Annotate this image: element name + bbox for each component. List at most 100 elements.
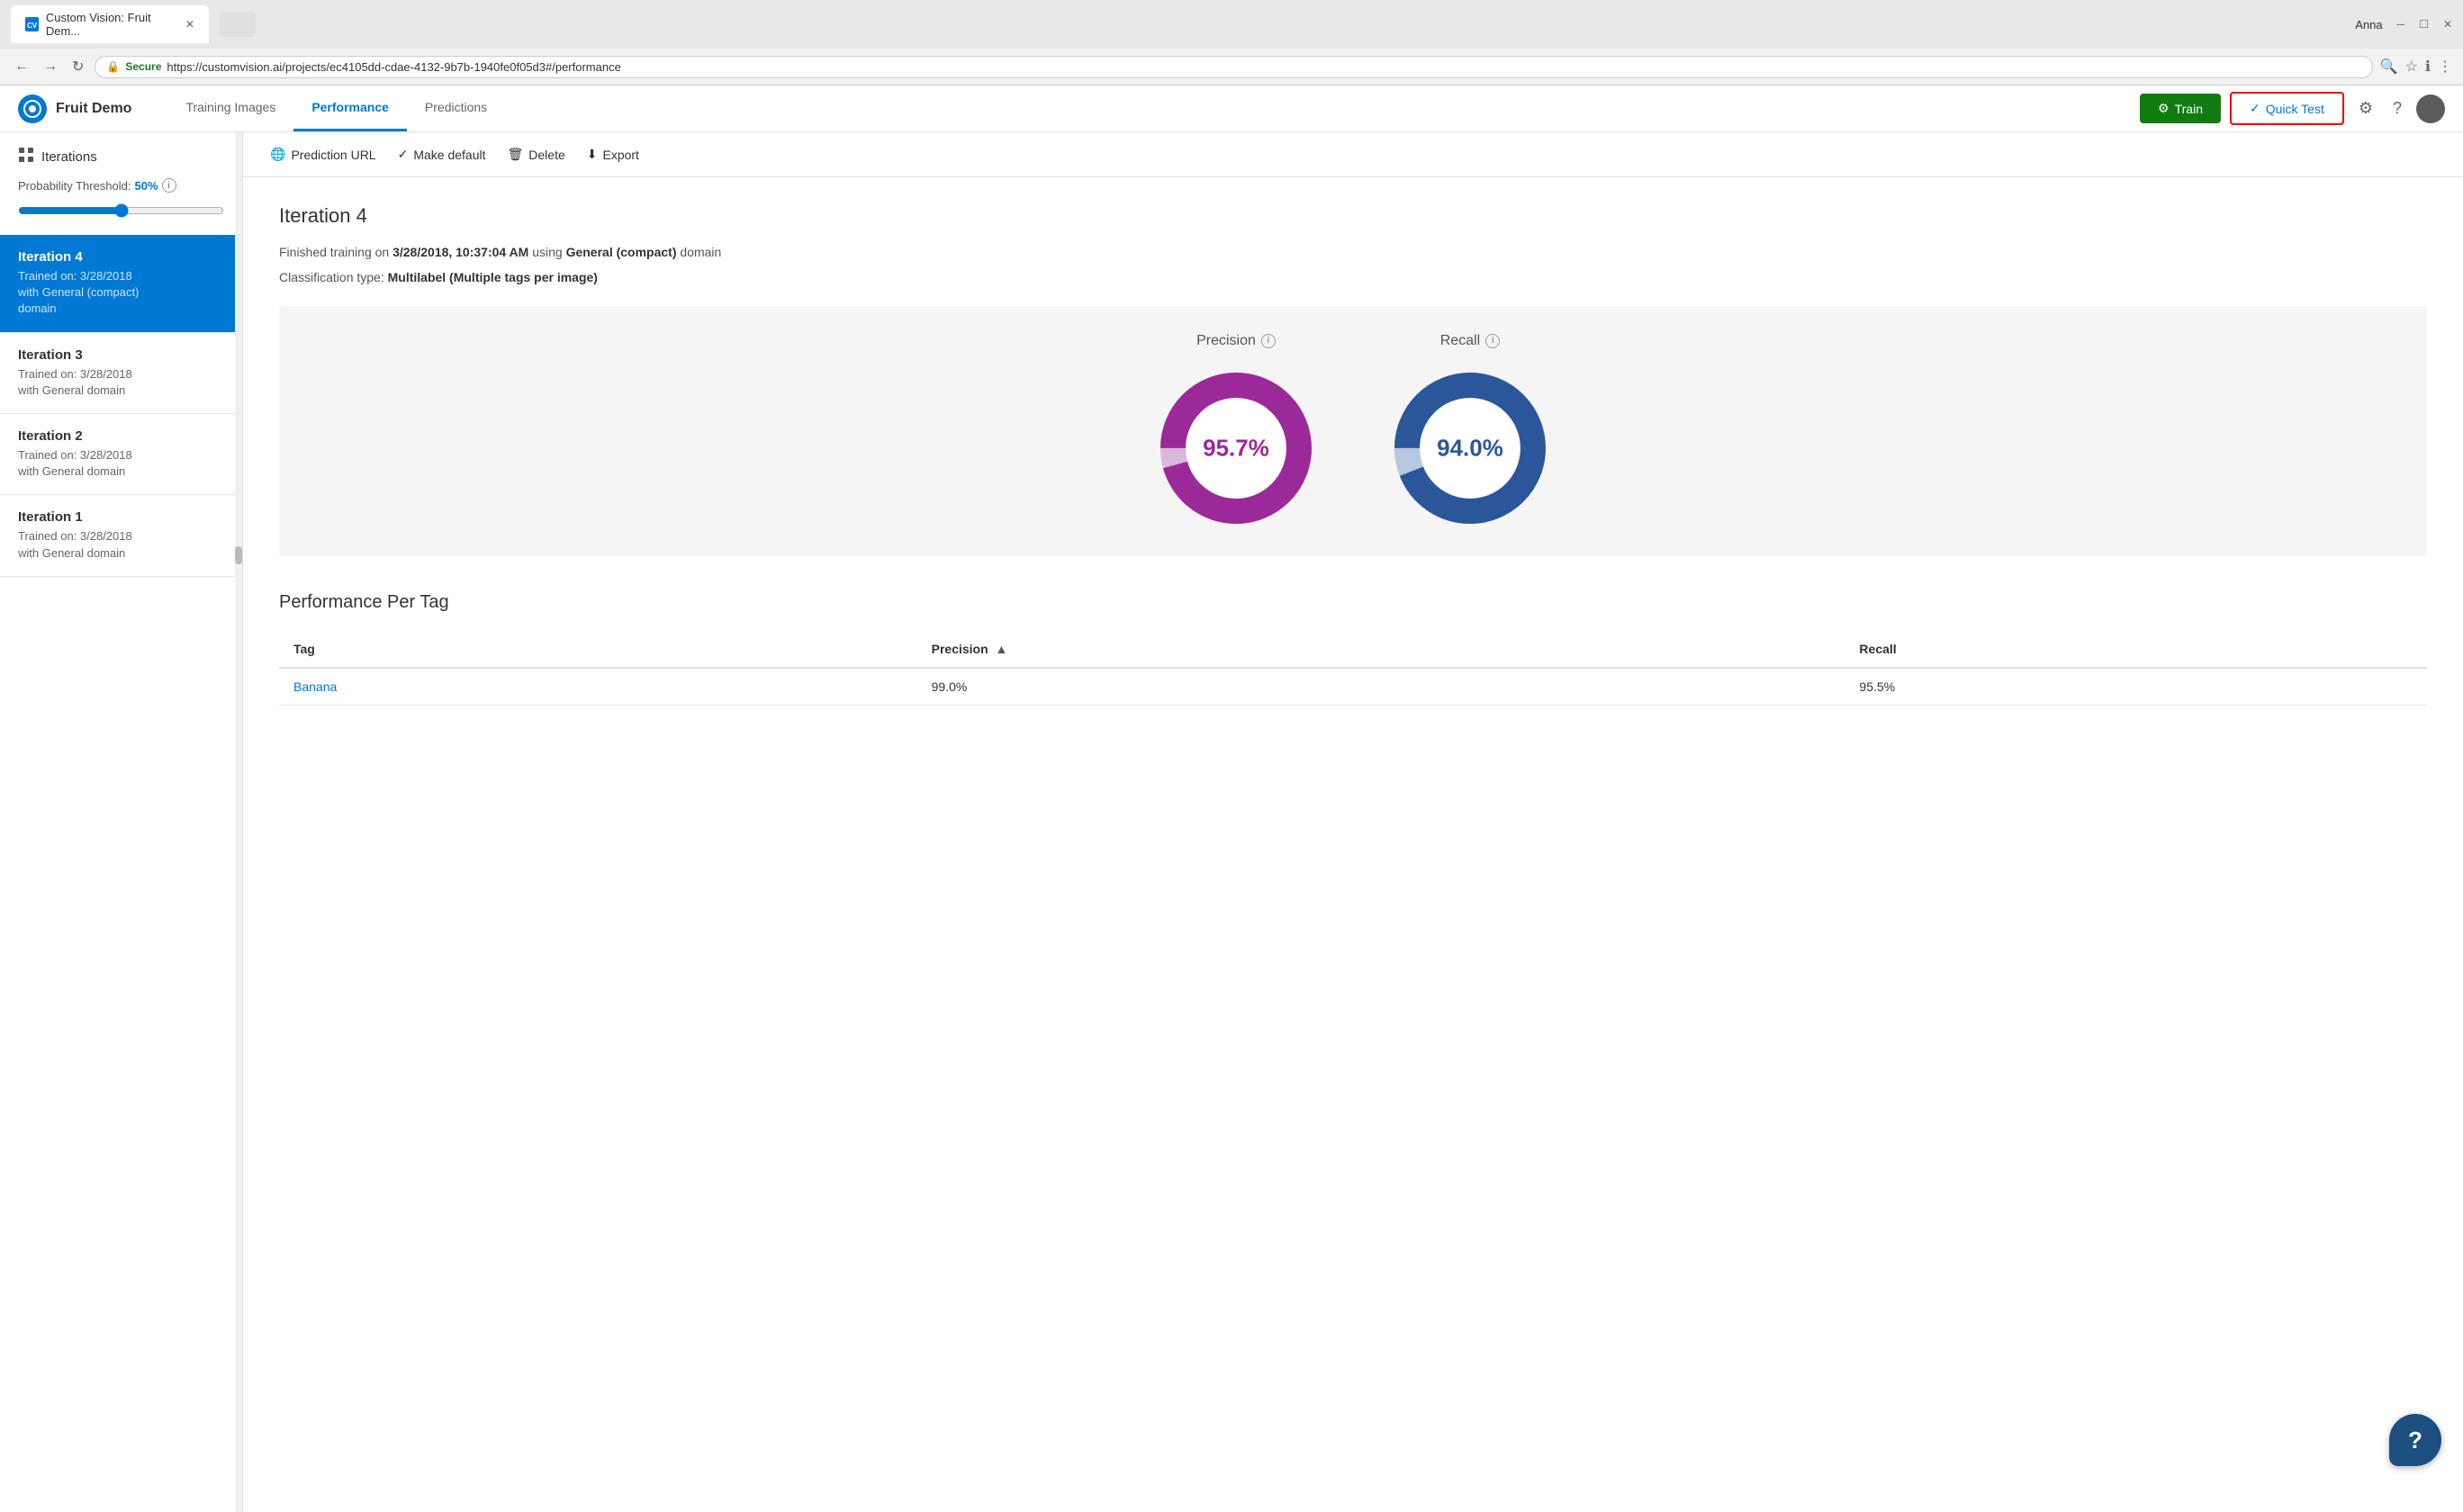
- maximize-button[interactable]: ☐: [2419, 18, 2429, 32]
- trash-icon: 🗑: [508, 147, 524, 162]
- col-header-precision[interactable]: Precision ▲: [917, 631, 1845, 668]
- info-icon[interactable]: ℹ: [2425, 58, 2431, 76]
- help-button[interactable]: ?: [2389, 1414, 2441, 1466]
- train-button[interactable]: ⚙ Train: [2140, 94, 2221, 123]
- toolbar: 🌐 Prediction URL ✓ Make default 🗑 Delete…: [243, 132, 2463, 177]
- bookmark-icon[interactable]: ☆: [2405, 58, 2418, 76]
- app-header: Fruit Demo Training Images Performance P…: [0, 86, 2463, 132]
- charts-section: Precision i 95.7%: [279, 306, 2427, 556]
- forward-button[interactable]: →: [40, 55, 61, 78]
- tab-close-button[interactable]: ✕: [185, 18, 194, 31]
- table-body: Banana 99.0% 95.5%: [279, 668, 2427, 706]
- recall-label: Recall i: [1440, 333, 1500, 349]
- close-button[interactable]: ✕: [2443, 18, 2452, 32]
- per-tag-section: Performance Per Tag Tag Precision ▲ Reca…: [279, 592, 2427, 706]
- app-body: Iterations Probability Threshold: 50% i …: [0, 132, 2463, 1512]
- browser-titlebar: CV Custom Vision: Fruit Dem... ✕ Anna ─ …: [0, 0, 2463, 49]
- browser-chrome: CV Custom Vision: Fruit Dem... ✕ Anna ─ …: [0, 0, 2463, 86]
- recall-chart-container: Recall i 94.0%: [1389, 333, 1551, 529]
- classification-value: Multilabel (Multiple tags per image): [388, 270, 598, 284]
- prediction-url-button[interactable]: 🌐 Prediction URL: [270, 143, 376, 166]
- recall-info-icon[interactable]: i: [1485, 334, 1500, 348]
- iteration-3-subtitle: Trained on: 3/28/2018with General domain: [18, 366, 224, 399]
- prob-info-icon[interactable]: i: [162, 178, 176, 193]
- slider-container: [0, 203, 242, 235]
- training-info: Finished training on 3/28/2018, 10:37:04…: [279, 242, 2427, 262]
- address-box[interactable]: 🔒 Secure https://customvision.ai/project…: [95, 56, 2372, 78]
- recall-cell: 95.5%: [1845, 668, 2427, 706]
- precision-cell: 99.0%: [917, 668, 1845, 706]
- sidebar-item-iteration-1[interactable]: Iteration 1 Trained on: 3/28/2018with Ge…: [0, 495, 242, 576]
- new-tab-button[interactable]: [220, 12, 256, 37]
- header-actions: ⚙ Train ✓ Quick Test ⚙ ?: [2140, 92, 2445, 125]
- browser-addressbar: ← → ↻ 🔒 Secure https://customvision.ai/p…: [0, 49, 2463, 85]
- iteration-4-title: Iteration 4: [18, 249, 224, 265]
- tag-link-banana[interactable]: Banana: [293, 680, 337, 694]
- quick-test-button[interactable]: ✓ Quick Test: [2230, 92, 2344, 125]
- iteration-2-subtitle: Trained on: 3/28/2018with General domain: [18, 447, 224, 480]
- back-button[interactable]: ←: [11, 55, 32, 78]
- tag-cell: Banana: [279, 668, 917, 706]
- tab-training-images[interactable]: Training Images: [167, 86, 293, 131]
- tab-predictions[interactable]: Predictions: [407, 86, 505, 131]
- tab-performance[interactable]: Performance: [293, 86, 407, 131]
- sidebar-scrollbar-thumb[interactable]: [235, 546, 242, 564]
- sidebar-scrollbar-track: [235, 132, 242, 1512]
- probability-slider[interactable]: [18, 203, 224, 218]
- nav-tabs: Training Images Performance Predictions: [167, 86, 2140, 131]
- export-button[interactable]: ⬇ Export: [587, 143, 639, 166]
- make-default-button[interactable]: ✓ Make default: [398, 143, 486, 166]
- page-title: Iteration 4: [279, 204, 2427, 228]
- iterations-label: Iterations: [41, 149, 97, 165]
- settings-button[interactable]: ⚙: [2353, 94, 2378, 123]
- search-icon[interactable]: 🔍: [2380, 58, 2398, 76]
- avatar[interactable]: [2416, 94, 2445, 123]
- sidebar-item-iteration-4[interactable]: Iteration 4 Trained on: 3/28/2018with Ge…: [0, 235, 242, 333]
- minimize-button[interactable]: ─: [2397, 18, 2405, 32]
- recall-value: 94.0%: [1437, 434, 1503, 462]
- performance-table: Tag Precision ▲ Recall Banana: [279, 631, 2427, 706]
- browser-tab[interactable]: CV Custom Vision: Fruit Dem... ✕: [11, 5, 209, 43]
- sidebar-header: Iterations: [0, 132, 242, 178]
- help-header-button[interactable]: ?: [2387, 94, 2407, 123]
- main-content: 🌐 Prediction URL ✓ Make default 🗑 Delete…: [243, 132, 2463, 1512]
- iteration-1-title: Iteration 1: [18, 509, 224, 525]
- precision-label: Precision i: [1196, 333, 1276, 349]
- training-domain: General (compact): [566, 245, 677, 259]
- iteration-4-subtitle: Trained on: 3/28/2018with General (compa…: [18, 268, 224, 318]
- url-text: https://customvision.ai/projects/ec4105d…: [167, 60, 620, 74]
- checkmark-icon: ✓: [398, 147, 409, 162]
- menu-icon[interactable]: ⋮: [2438, 58, 2452, 76]
- user-name: Anna: [2355, 18, 2382, 32]
- secure-label: Secure: [125, 60, 161, 73]
- checkmark-icon: ✓: [2250, 101, 2260, 116]
- iteration-3-title: Iteration 3: [18, 347, 224, 363]
- export-icon: ⬇: [587, 147, 598, 162]
- window-controls: Anna ─ ☐ ✕: [2355, 18, 2452, 32]
- globe-icon: 🌐: [270, 147, 285, 162]
- favicon: CV: [25, 17, 39, 32]
- delete-button[interactable]: 🗑 Delete: [508, 143, 565, 166]
- precision-value: 95.7%: [1203, 434, 1269, 462]
- col-header-tag: Tag: [279, 631, 917, 668]
- precision-info-icon[interactable]: i: [1261, 334, 1276, 348]
- table-row: Banana 99.0% 95.5%: [279, 668, 2427, 706]
- app-logo: Fruit Demo: [18, 94, 131, 123]
- content-area: Iteration 4 Finished training on 3/28/20…: [243, 177, 2463, 733]
- precision-chart-container: Precision i 95.7%: [1155, 333, 1317, 529]
- sidebar-item-iteration-2[interactable]: Iteration 2 Trained on: 3/28/2018with Ge…: [0, 414, 242, 495]
- refresh-button[interactable]: ↻: [68, 54, 87, 79]
- probability-threshold-container: Probability Threshold: 50% i: [0, 178, 242, 203]
- precision-donut: 95.7%: [1155, 367, 1317, 529]
- col-header-recall: Recall: [1845, 631, 2427, 668]
- prob-threshold-value: 50%: [135, 179, 158, 193]
- secure-lock-icon: 🔒: [106, 60, 120, 73]
- table-header: Tag Precision ▲ Recall: [279, 631, 2427, 668]
- prob-threshold-label: Probability Threshold:: [18, 179, 131, 193]
- app-name: Fruit Demo: [56, 101, 131, 117]
- iteration-1-subtitle: Trained on: 3/28/2018with General domain: [18, 528, 224, 561]
- gear-icon: ⚙: [2158, 101, 2170, 116]
- svg-text:CV: CV: [27, 22, 38, 30]
- sidebar-item-iteration-3[interactable]: Iteration 3 Trained on: 3/28/2018with Ge…: [0, 333, 242, 414]
- iterations-icon: [18, 147, 34, 167]
